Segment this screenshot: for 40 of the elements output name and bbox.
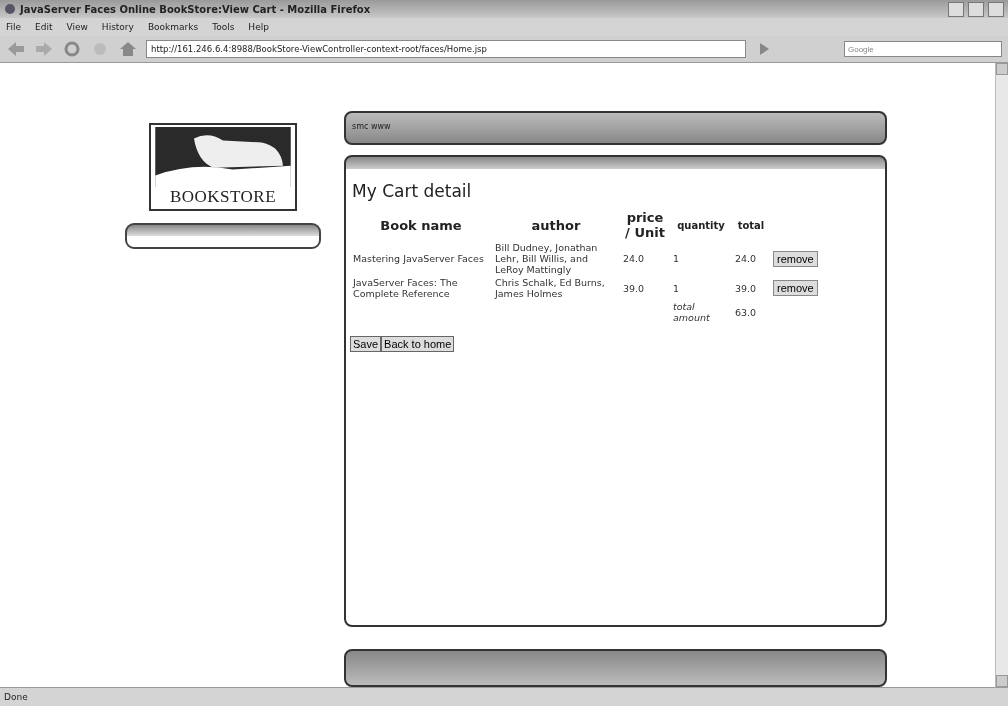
search-field[interactable]: Google — [844, 41, 1002, 57]
table-cell-text: 1 — [672, 281, 681, 296]
address-field[interactable]: http://161.246.6.4:8988/BookStore-ViewController-context-root/faces/Home.jsp — [146, 40, 746, 58]
form-button[interactable]: Save — [350, 336, 382, 353]
form-button[interactable]: Back to home — [381, 336, 455, 353]
table-cell-text: JavaServer Faces: The Complete Reference — [351, 276, 459, 301]
table-cell-text: Chris Schalk, Ed Burns, James Holmes — [493, 276, 606, 301]
total-value: 63.0 — [734, 305, 758, 320]
table-cell-text: Mastering JavaServer Faces — [352, 252, 485, 267]
table-cell-text: 39.0 — [622, 281, 646, 296]
menu-item[interactable]: Tools — [212, 22, 235, 32]
reload-icon[interactable] — [62, 40, 82, 58]
column-header: author — [530, 216, 582, 235]
column-header: quantity — [676, 218, 726, 233]
menu-item[interactable]: History — [101, 22, 134, 32]
browser-icon — [4, 3, 16, 15]
back-arrow-icon[interactable] — [6, 40, 26, 58]
table-cell-text: 39.0 — [734, 281, 758, 296]
logo-text: BOOKSTORE — [169, 187, 277, 207]
forward-arrow-icon[interactable] — [34, 40, 54, 58]
remove-button[interactable]: remove — [773, 280, 818, 297]
remove-button[interactable]: remove — [773, 250, 818, 267]
menu-item[interactable]: Help — [248, 22, 269, 32]
header-text: smc www — [352, 122, 391, 131]
table-cell-text: 1 — [672, 252, 681, 267]
column-header: Book name — [379, 216, 463, 235]
table-cell-text: Bill Dudney, Jonathan Lehr, Bill Willis, and LeRoy Mattingly — [494, 241, 599, 277]
menu-item[interactable]: Edit — [35, 22, 53, 32]
column-header: price / Unit — [624, 209, 666, 242]
window-title: JavaServer Faces Online BookStore:View Cart - Mozilla Firefox — [20, 3, 372, 15]
status-text: Done — [4, 692, 28, 702]
home-icon[interactable] — [118, 40, 138, 58]
menu-item[interactable]: View — [66, 22, 88, 32]
column-header: total — [736, 218, 766, 233]
menu-item[interactable]: Bookmarks — [147, 22, 199, 32]
menu-item[interactable]: File — [6, 22, 22, 32]
total-label: total amount — [672, 300, 711, 325]
table-cell-text: 24.0 — [622, 252, 646, 267]
table-cell-text: 24.0 — [734, 252, 758, 267]
cart-title: My Cart detail — [352, 181, 472, 202]
